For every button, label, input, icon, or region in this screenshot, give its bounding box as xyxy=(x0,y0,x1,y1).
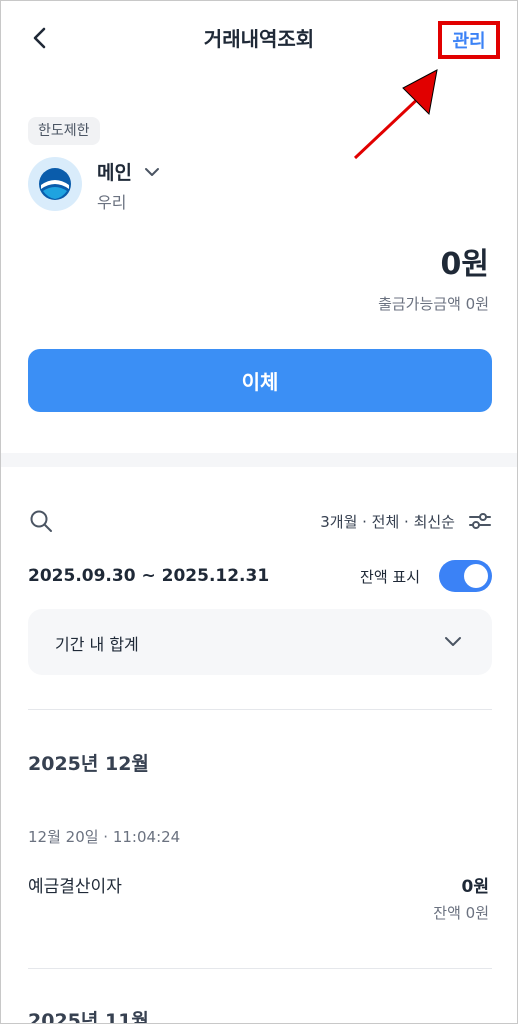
balance-toggle[interactable] xyxy=(439,560,492,592)
month-header: 2025년 12월 xyxy=(28,753,149,775)
period-total-label: 기간 내 합계 xyxy=(55,635,139,654)
bank-logo-icon xyxy=(28,157,82,211)
bank-name: 우리 xyxy=(97,193,127,212)
limit-badge: 한도제한 xyxy=(28,117,100,145)
balance-toggle-label: 잔액 표시 xyxy=(360,568,420,586)
toggle-knob xyxy=(464,564,488,588)
top-bar: 거래내역조회 관리 xyxy=(1,1,517,79)
period-total-dropdown[interactable]: 기간 내 합계 xyxy=(28,609,492,675)
transaction-balance: 잔액 0원 xyxy=(433,904,489,922)
search-button[interactable] xyxy=(28,508,54,534)
account-selector[interactable]: 메인 xyxy=(97,158,160,185)
filter-sliders-icon xyxy=(469,513,491,529)
search-icon xyxy=(30,510,52,532)
date-range: 2025.09.30 ~ 2025.12.31 xyxy=(28,566,270,586)
month-header: 2025년 11월 xyxy=(28,1010,149,1024)
transaction-datetime: 12월 20일 · 11:04:24 xyxy=(28,828,181,846)
filter-button[interactable] xyxy=(467,508,493,534)
divider xyxy=(28,968,492,969)
account-balance: 0원 xyxy=(440,247,489,282)
account-name: 메인 xyxy=(97,162,132,184)
transaction-name: 예금결산이자 xyxy=(28,877,122,897)
divider xyxy=(28,709,492,710)
withdrawable-amount: 출금가능금액 0원 xyxy=(378,295,489,313)
transaction-amount: 0원 xyxy=(461,877,489,897)
manage-button[interactable]: 관리 xyxy=(438,21,500,59)
transfer-button[interactable]: 이체 xyxy=(28,349,492,412)
section-divider xyxy=(1,453,517,467)
chevron-down-icon xyxy=(144,167,160,177)
filter-summary[interactable]: 3개월 · 전체 · 최신순 xyxy=(320,511,455,532)
app-screen: 거래내역조회 관리 한도제한 메인 우리 0원 출금가능금액 0원 이체 3개월… xyxy=(0,0,518,1024)
chevron-down-icon xyxy=(444,633,462,652)
